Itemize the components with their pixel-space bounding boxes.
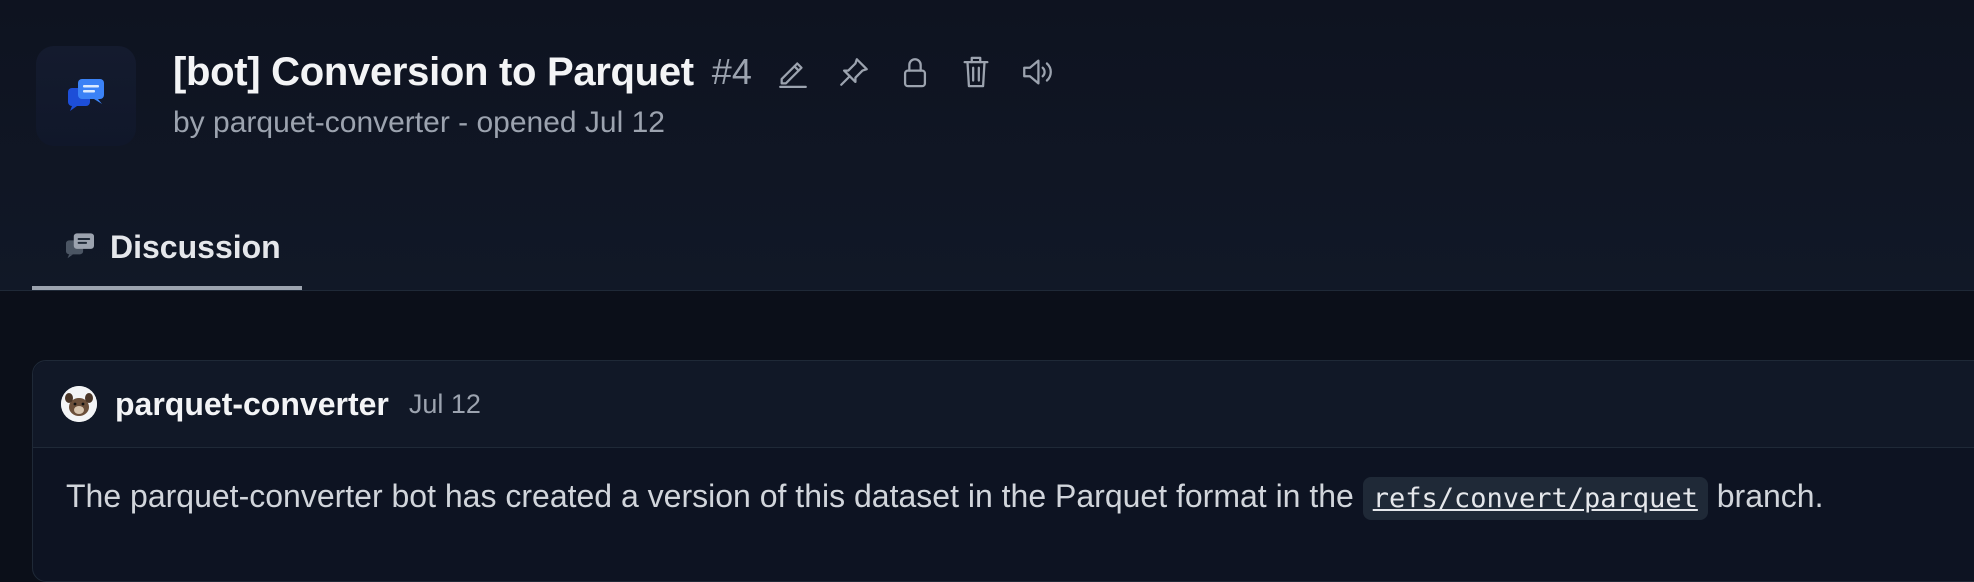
comment-text-after: branch. xyxy=(1707,478,1824,514)
discussion-tab-icon xyxy=(64,231,96,264)
comment-date: Jul 12 xyxy=(408,388,481,419)
comment-card: parquet-converter Jul 12 The parquet-con… xyxy=(32,360,1974,582)
avatar[interactable] xyxy=(61,386,97,422)
branch-code-link[interactable]: refs/convert/parquet xyxy=(1362,477,1708,520)
discussion-number: #4 xyxy=(711,51,752,92)
discussion-icon xyxy=(66,76,106,117)
comment-text-before: The parquet-converter bot has created a … xyxy=(66,478,1363,514)
discussion-subtitle: by parquet-converter - opened Jul 12 xyxy=(173,106,665,139)
comment-author[interactable]: parquet-converter xyxy=(115,386,389,423)
trash-icon[interactable] xyxy=(956,52,996,92)
discussion-badge xyxy=(36,46,136,146)
edit-icon[interactable] xyxy=(773,52,813,92)
tab-discussion[interactable]: Discussion xyxy=(32,208,302,290)
discussion-header: [bot] Conversion to Parquet #4 by parque… xyxy=(0,0,1974,291)
announce-icon[interactable] xyxy=(1017,52,1057,92)
pin-icon[interactable] xyxy=(834,52,874,92)
lock-icon[interactable] xyxy=(895,52,935,92)
comment-header: parquet-converter Jul 12 xyxy=(33,361,1974,448)
discussion-title: [bot] Conversion to Parquet xyxy=(173,49,694,94)
tab-label: Discussion xyxy=(110,228,281,265)
comment-body: The parquet-converter bot has created a … xyxy=(33,448,1974,520)
